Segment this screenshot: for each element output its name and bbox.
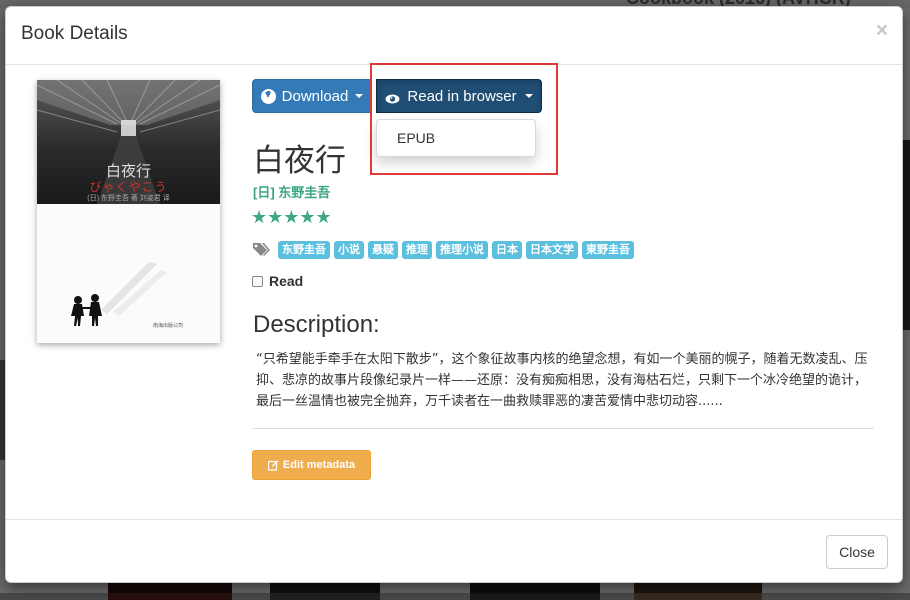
modal-title: Book Details bbox=[21, 23, 128, 44]
read-in-browser-label: Read in browser bbox=[407, 87, 517, 105]
edit-metadata-label: Edit metadata bbox=[282, 459, 356, 471]
download-circle-icon bbox=[260, 88, 276, 104]
read-format-dropdown: EPUB bbox=[376, 119, 536, 157]
tag-badge[interactable]: 东野圭吾 bbox=[278, 241, 330, 259]
tag-badge[interactable]: 悬疑 bbox=[368, 241, 398, 259]
book-title: 白夜行 bbox=[253, 143, 346, 179]
divider bbox=[252, 428, 874, 429]
close-button[interactable]: Close bbox=[826, 535, 888, 569]
cover-byline: (日) 东野圭吾 著 刘姿君 译 bbox=[87, 195, 170, 202]
chevron-down-icon bbox=[524, 94, 533, 98]
rating-stars: ★★★★★ bbox=[251, 207, 332, 227]
tag-badge[interactable]: 東野圭吾 bbox=[582, 241, 634, 259]
download-button-label: Download bbox=[281, 87, 349, 105]
tag-list: 东野圭吾 小说 悬疑 推理 推理小说 日本 日本文学 東野圭吾 bbox=[252, 241, 634, 259]
book-details-modal: Book Details × 白夜行 びゃくやこう (日) 东野圭吾 著 刘姿君… bbox=[5, 6, 903, 583]
read-toggle: Read bbox=[252, 273, 303, 289]
read-label: Read bbox=[269, 273, 304, 289]
edit-metadata-button[interactable]: Edit metadata bbox=[252, 450, 371, 480]
tag-badge[interactable]: 日本 bbox=[492, 241, 522, 259]
close-icon[interactable]: × bbox=[876, 19, 888, 43]
dropdown-item-epub[interactable]: EPUB bbox=[397, 130, 435, 146]
cover-photo: 白夜行 びゃくやこう (日) 东野圭吾 著 刘姿君 译 bbox=[37, 80, 220, 204]
tag-badge[interactable]: 推理小说 bbox=[436, 241, 488, 259]
cover-illustration: 南海出版公司 bbox=[37, 204, 220, 343]
tag-badge[interactable]: 日本文学 bbox=[526, 241, 578, 259]
download-button[interactable]: Download bbox=[252, 79, 372, 113]
edit-icon bbox=[267, 460, 279, 471]
read-checkbox[interactable] bbox=[252, 275, 263, 287]
eye-icon bbox=[385, 91, 400, 104]
book-cover: 白夜行 びゃくやこう (日) 东野圭吾 著 刘姿君 译 南海出版公司 bbox=[37, 80, 220, 343]
tag-badge[interactable]: 推理 bbox=[402, 241, 432, 259]
author-link[interactable]: [日] 东野圭吾 bbox=[253, 182, 330, 201]
tag-badge[interactable]: 小说 bbox=[334, 241, 364, 259]
description-text: “只希望能手牵手在太阳下散步”，这个象征故事内核的绝望念想，有如一个美丽的幌子，… bbox=[256, 352, 868, 409]
description-heading: Description: bbox=[253, 311, 380, 338]
cover-publisher-mark: 南海出版公司 bbox=[153, 323, 184, 329]
modal-footer-divider bbox=[6, 519, 902, 520]
read-in-browser-button[interactable]: Read in browser bbox=[376, 79, 542, 113]
modal-header: Book Details × bbox=[6, 7, 902, 65]
chevron-down-icon bbox=[355, 94, 364, 98]
tags-icon bbox=[253, 243, 270, 256]
